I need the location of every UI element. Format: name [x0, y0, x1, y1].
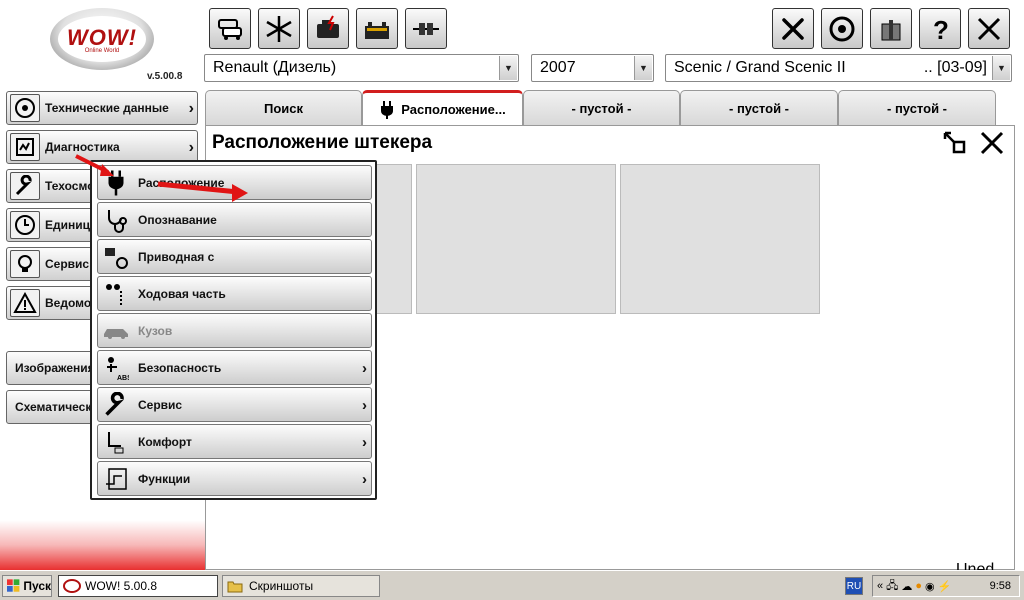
close-icon	[977, 17, 1001, 40]
diagnostics-icon	[10, 133, 40, 161]
help-icon: ?	[933, 15, 949, 44]
photo-connector-closeup[interactable]	[620, 164, 820, 314]
wow-app-icon	[63, 579, 81, 593]
chevron-right-icon: ›	[362, 360, 367, 377]
photo-console[interactable]	[416, 164, 616, 314]
battery-icon	[365, 21, 389, 39]
svg-text:ABS: ABS	[117, 375, 129, 381]
tools-icon	[782, 17, 804, 40]
brake-icon	[829, 16, 855, 41]
steering-wheel-icon	[10, 94, 40, 122]
make-select[interactable]: Renault (Дизель) ▼	[204, 54, 519, 82]
taskbar: Пуск WOW! 5.00.8 Скриншоты RU « 🖧 ☁ ● ◉ …	[0, 570, 1024, 600]
folder-icon	[227, 579, 243, 593]
chevron-right-icon: ›	[188, 100, 194, 117]
tools-button[interactable]	[772, 8, 814, 49]
warning-icon	[10, 289, 40, 317]
app-window: WOW! Online World v.5.00.8 ? Renault (Ди…	[0, 0, 1024, 570]
year-select[interactable]: 2007 ▼	[531, 54, 654, 82]
wrench-icon	[100, 390, 132, 419]
help-button[interactable]: ?	[919, 8, 961, 49]
clock-icon	[10, 211, 40, 239]
chevron-down-icon[interactable]: ▼	[992, 56, 1010, 80]
vehicles-icon	[218, 18, 242, 40]
model-select[interactable]: Scenic / Grand Scenic II .. [03-09] ▼	[665, 54, 1012, 82]
menu-item-safety[interactable]: ABS Безопасность›	[97, 350, 372, 385]
clock: 9:58	[989, 580, 1011, 592]
plug-icon	[381, 100, 394, 119]
network-icon[interactable]: 🖧	[886, 577, 898, 596]
wow-logo: WOW! Online World	[50, 8, 154, 70]
menu-item-comfort[interactable]: Комфорт ›	[97, 424, 372, 459]
engine-button[interactable]	[307, 8, 349, 49]
svg-text:?: ?	[933, 15, 949, 44]
language-indicator[interactable]: RU	[845, 577, 863, 595]
connector-icon	[413, 22, 439, 35]
year-value: 2007	[540, 59, 576, 76]
close-icon[interactable]	[979, 130, 1005, 156]
tab-empty-2[interactable]: - пустой -	[680, 90, 838, 125]
cloud-icon[interactable]: ☁	[901, 580, 912, 593]
snowflake-icon	[266, 15, 292, 42]
engine-icon	[317, 15, 339, 38]
chevron-down-icon[interactable]: ▼	[499, 56, 517, 80]
seat-icon	[100, 427, 132, 456]
menu-item-chassis[interactable]: Ходовая часть	[97, 276, 372, 311]
gift-icon	[881, 19, 901, 40]
tab-empty-1[interactable]: - пустой -	[523, 90, 680, 125]
suspension-icon	[100, 279, 132, 308]
model-value: Scenic / Grand Scenic II	[674, 59, 846, 76]
aircon-button[interactable]	[258, 8, 300, 49]
function-graph-icon	[100, 464, 132, 493]
pointer-arrow	[75, 154, 248, 202]
brake-button[interactable]	[821, 8, 863, 49]
task-wow[interactable]: WOW! 5.00.8	[58, 575, 218, 597]
chevron-right-icon: ›	[362, 434, 367, 451]
wrench-icon	[10, 172, 40, 200]
media-icon[interactable]: ◉	[925, 580, 935, 593]
chevron-right-icon: ›	[362, 471, 367, 488]
tab-location[interactable]: Расположение...	[362, 90, 523, 126]
connector-button[interactable]	[405, 8, 447, 49]
abs-icon: ABS	[100, 353, 132, 382]
vehicles-icon-button[interactable]	[209, 8, 251, 49]
menu-item-body: Кузов	[97, 313, 372, 348]
chevron-down-icon[interactable]: ▼	[634, 56, 652, 80]
sidebar-item-technical-data[interactable]: Технические данные ›	[6, 91, 198, 125]
exit-button[interactable]	[968, 8, 1010, 49]
drivetrain-icon	[100, 242, 132, 271]
diagnostics-submenu: Расположение Опознавание Приводная с Ход…	[90, 160, 377, 500]
version-label: v.5.00.8	[147, 71, 183, 82]
usb-icon[interactable]: ⚡	[938, 580, 952, 593]
tab-search[interactable]: Поиск	[205, 90, 362, 125]
system-tray: « 🖧 ☁ ● ◉ ⚡ 9:58	[872, 575, 1020, 597]
model-range: .. [03-09]	[923, 59, 987, 76]
antivirus-icon[interactable]: ●	[915, 580, 922, 592]
gift-button[interactable]	[870, 8, 912, 49]
red-gradient-footer	[0, 520, 205, 570]
tab-empty-3[interactable]: - пустой -	[838, 90, 996, 125]
restore-icon[interactable]	[942, 130, 968, 156]
tray-expand-button[interactable]: «	[877, 580, 883, 592]
logo-subtitle: Online World	[84, 47, 120, 54]
menu-item-drivetrain[interactable]: Приводная с	[97, 239, 372, 274]
windows-logo-icon	[7, 579, 20, 592]
make-value: Renault (Дизель)	[213, 59, 337, 76]
lightbulb-icon	[10, 250, 40, 278]
car-body-icon	[100, 316, 132, 345]
menu-item-functions[interactable]: Функции ›	[97, 461, 372, 496]
chevron-right-icon: ›	[362, 397, 367, 414]
battery-button[interactable]	[356, 8, 398, 49]
task-screenshots[interactable]: Скриншоты	[222, 575, 380, 597]
start-button[interactable]: Пуск	[2, 575, 52, 597]
menu-item-service[interactable]: Сервис ›	[97, 387, 372, 422]
